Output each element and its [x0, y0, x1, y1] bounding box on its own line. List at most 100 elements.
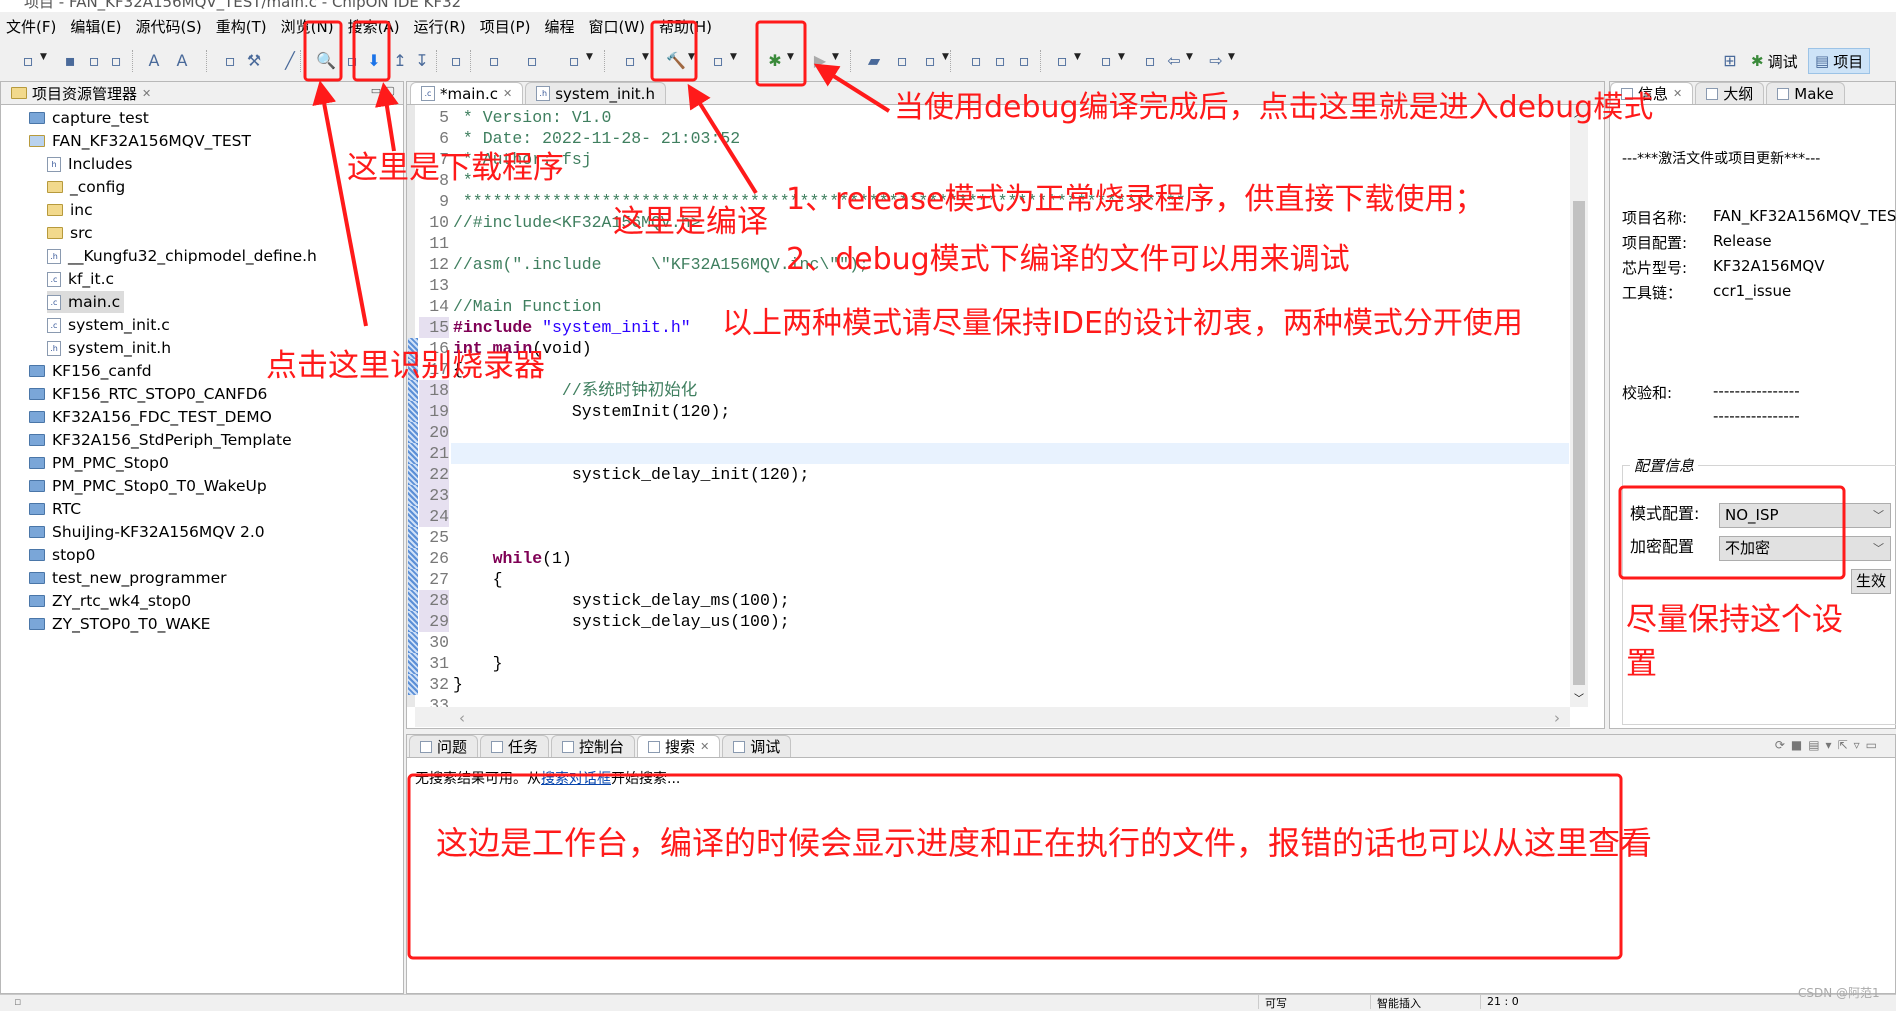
- open-folder-icon[interactable]: ▰: [864, 50, 884, 70]
- download-icon[interactable]: ⬇: [364, 50, 384, 70]
- minimize-maximize-icon[interactable]: ▭ ▢: [371, 84, 395, 97]
- dropdown-arrow-icon[interactable]: ▼: [586, 52, 593, 62]
- dropdown-arrow-icon[interactable]: ▼: [1186, 52, 1193, 62]
- tree-item[interactable]: KF156_canfd: [29, 360, 152, 382]
- step-down-icon[interactable]: ↧: [412, 50, 432, 70]
- tree-item[interactable]: RTC: [29, 498, 81, 520]
- tab-[interactable]: 控制台: [551, 735, 636, 757]
- code-line[interactable]: while(1): [453, 548, 572, 569]
- wrench-icon[interactable]: ⚒: [244, 50, 264, 70]
- tab-project-explorer[interactable]: 项目资源管理器 ✕: [1, 82, 161, 104]
- highlight-icon[interactable]: ▫: [966, 50, 986, 70]
- tree-item[interactable]: src: [47, 222, 93, 244]
- encrypt-select[interactable]: 不加密 ﹀: [1719, 536, 1891, 561]
- new-icon[interactable]: ▫: [18, 50, 38, 70]
- tab-system_inith[interactable]: .h system_init.h: [525, 82, 666, 104]
- dropdown-arrow-icon[interactable]: ▼: [730, 52, 737, 62]
- close-icon[interactable]: ✕: [1673, 87, 1682, 100]
- new-c-project-icon[interactable]: ▫: [484, 50, 504, 70]
- tree-item[interactable]: PM_PMC_Stop0_T0_WakeUp: [29, 475, 267, 497]
- menu-item[interactable]: 搜索(A): [348, 16, 400, 37]
- tab-Make[interactable]: Make: [1766, 82, 1845, 104]
- menu-item[interactable]: 项目(P): [480, 16, 531, 37]
- dropdown-arrow-icon[interactable]: ▼: [787, 52, 794, 62]
- at-icon[interactable]: ▫: [342, 50, 362, 70]
- tree-item[interactable]: stop0: [29, 544, 95, 566]
- tree-item[interactable]: ZY_STOP0_T0_WAKE: [29, 613, 210, 635]
- code-line[interactable]: #include "system_init.h": [453, 317, 691, 338]
- last-edit-icon[interactable]: ▫: [1140, 50, 1160, 70]
- target-icon[interactable]: ▫: [620, 50, 640, 70]
- tree-item[interactable]: .c main.c: [47, 291, 125, 313]
- prev-annotation-icon[interactable]: ▫: [1096, 50, 1116, 70]
- dropdown-arrow-icon[interactable]: ▼: [688, 52, 695, 62]
- recognize-programmer-icon[interactable]: 🔍: [316, 50, 336, 70]
- back-icon[interactable]: ⇦: [1164, 50, 1184, 70]
- open-file-icon[interactable]: ▫: [892, 50, 912, 70]
- font-decrease-icon[interactable]: A: [144, 50, 164, 70]
- vertical-scrollbar[interactable]: ︿ ﹀: [1570, 105, 1588, 707]
- forward-icon[interactable]: ⇨: [1206, 50, 1226, 70]
- open-perspective-icon[interactable]: ⊞: [1720, 50, 1740, 70]
- tab-[interactable]: 大纲: [1695, 82, 1765, 104]
- search-dialog-link[interactable]: 搜索对话框: [541, 771, 611, 787]
- tab-[interactable]: 搜索 ✕: [637, 735, 721, 757]
- format-icon[interactable]: ▫: [446, 50, 466, 70]
- code-line[interactable]: }: [453, 674, 463, 695]
- dropdown-arrow-icon[interactable]: ▼: [942, 52, 949, 62]
- tree-item[interactable]: KF32A156_FDC_TEST_DEMO: [29, 406, 272, 428]
- step-up-icon[interactable]: ↥: [390, 50, 410, 70]
- dropdown-arrow-icon[interactable]: ▼: [1228, 52, 1235, 62]
- tree-item[interactable]: .c system_init.c: [47, 314, 170, 336]
- code-line[interactable]: //Main Function: [453, 296, 602, 317]
- tree-item[interactable]: capture_test: [29, 107, 149, 129]
- menu-item[interactable]: 帮助(H): [659, 16, 712, 37]
- tree-item[interactable]: .h __Kungfu32_chipmodel_define.h: [47, 245, 317, 267]
- menu-item[interactable]: 窗口(W): [588, 16, 645, 37]
- paragraph-icon[interactable]: ▫: [1014, 50, 1034, 70]
- tree-item[interactable]: PM_PMC_Stop0: [29, 452, 169, 474]
- dropdown-arrow-icon[interactable]: ▼: [642, 52, 649, 62]
- run-icon[interactable]: ▶: [810, 50, 830, 70]
- tab-[interactable]: 问题: [409, 735, 479, 757]
- brush-icon[interactable]: ╱: [280, 50, 300, 70]
- code-line[interactable]: * Version: V1.0: [453, 107, 612, 128]
- new-c-file-icon[interactable]: ▫: [522, 50, 542, 70]
- menu-item[interactable]: 编辑(E): [70, 16, 121, 37]
- dropdown-arrow-icon[interactable]: ▼: [40, 52, 47, 62]
- tree-item[interactable]: KF32A156_StdPeriph_Template: [29, 429, 292, 451]
- perspective-debug-button[interactable]: ✱ 调试: [1745, 48, 1804, 74]
- font-increase-icon[interactable]: A: [172, 50, 192, 70]
- save-all-icon[interactable]: ▫: [84, 50, 104, 70]
- apply-button[interactable]: 生效: [1851, 569, 1891, 594]
- close-icon[interactable]: ✕: [700, 740, 709, 753]
- tree-item[interactable]: .h system_init.h: [47, 337, 171, 359]
- dropdown-arrow-icon[interactable]: ▼: [1074, 52, 1081, 62]
- tree-item[interactable]: test_new_programmer: [29, 567, 226, 589]
- perspective-project-button[interactable]: ▤ 项目: [1808, 48, 1871, 74]
- menu-item[interactable]: 源代码(S): [136, 16, 202, 37]
- print-icon[interactable]: ▫: [106, 50, 126, 70]
- code-line[interactable]: systick_delay_ms(100);: [453, 590, 790, 611]
- tree-item[interactable]: ZY_rtc_wk4_stop0: [29, 590, 191, 612]
- save-icon[interactable]: ▪: [60, 50, 80, 70]
- menu-item[interactable]: 重构(T): [216, 16, 267, 37]
- menu-item[interactable]: 运行(R): [414, 16, 466, 37]
- debug-bug-icon[interactable]: ✱: [765, 50, 785, 70]
- code-line[interactable]: systick_delay_us(100);: [453, 611, 790, 632]
- code-line[interactable]: }: [453, 653, 503, 674]
- tree-item[interactable]: h Includes: [47, 153, 133, 175]
- view-toolbar-icons[interactable]: ⟳■▤▾⇱▿▭: [1775, 738, 1883, 752]
- mode-select[interactable]: NO_ISP ﹀: [1719, 503, 1891, 528]
- tab-[interactable]: 任务: [480, 735, 550, 757]
- menu-item[interactable]: 浏览(N): [281, 16, 334, 37]
- tree-item[interactable]: inc: [47, 199, 93, 221]
- block-icon[interactable]: ▫: [990, 50, 1010, 70]
- tree-item[interactable]: .c kf_it.c: [47, 268, 114, 290]
- torch-icon[interactable]: ▫: [920, 50, 940, 70]
- tab-mainc[interactable]: .c *main.c ✕: [410, 82, 524, 104]
- dropdown-arrow-icon[interactable]: ▼: [1118, 52, 1125, 62]
- build-all-icon[interactable]: ▫: [708, 50, 728, 70]
- build-hammer-icon[interactable]: 🔨: [666, 50, 686, 70]
- code-line[interactable]: {: [453, 569, 503, 590]
